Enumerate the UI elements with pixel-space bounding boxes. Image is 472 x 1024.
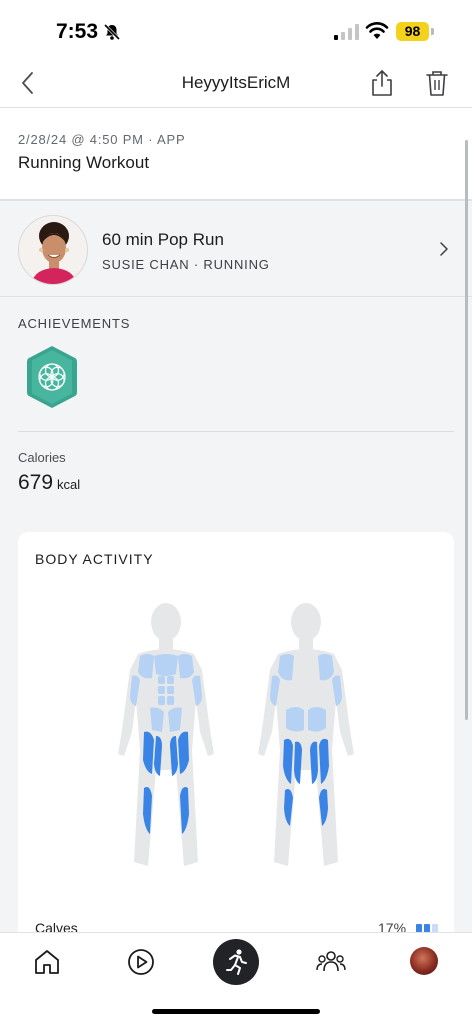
chevron-right-icon	[440, 242, 448, 256]
trash-button[interactable]	[424, 68, 450, 98]
wifi-icon	[365, 22, 389, 39]
bell-mute-icon	[103, 23, 121, 41]
workout-header: 2/28/24 @ 4:50 PM · APP Running Workout	[0, 108, 472, 200]
page-title: HeyyyItsEricM	[181, 73, 291, 92]
body-map-figure	[118, 603, 354, 866]
battery-indicator: 98	[396, 22, 429, 41]
calories-label: Calories	[18, 450, 66, 465]
instructor-avatar	[18, 215, 88, 285]
profile-avatar[interactable]	[410, 947, 438, 975]
scrollbar[interactable]	[465, 140, 468, 720]
nav-bar: HeyyyItsEricM	[0, 58, 472, 108]
workout-title: Running Workout	[18, 153, 150, 172]
status-bar: 7:53 98	[0, 0, 472, 58]
battery-tip	[431, 28, 434, 35]
run-icon[interactable]	[213, 939, 259, 985]
calories-value: 679 kcal	[18, 471, 80, 495]
body-activity-card: BODY ACTIVITY Calves 17%	[18, 532, 454, 952]
status-time: 7:53	[56, 20, 99, 43]
home-icon[interactable]	[32, 947, 62, 977]
play-icon[interactable]	[126, 947, 156, 977]
body-back	[258, 603, 354, 866]
achievement-badge-icon[interactable]	[26, 344, 78, 410]
body-front	[118, 603, 214, 866]
class-subtitle: SUSIE CHAN · RUNNING	[102, 257, 270, 272]
share-button[interactable]	[368, 68, 396, 98]
calories-unit: kcal	[57, 477, 81, 492]
achievements-heading: ACHIEVEMENTS	[18, 316, 131, 331]
class-name: 60 min Pop Run	[102, 230, 224, 249]
community-icon[interactable]	[316, 947, 346, 977]
body-activity-title: BODY ACTIVITY	[35, 551, 154, 567]
class-row[interactable]: 60 min Pop Run SUSIE CHAN · RUNNING	[0, 200, 472, 297]
divider	[18, 431, 454, 432]
calories-number: 679	[18, 471, 54, 494]
home-indicator	[152, 1009, 320, 1014]
cellular-signal-icon	[334, 24, 359, 40]
workout-meta: 2/28/24 @ 4:50 PM · APP	[18, 132, 186, 147]
